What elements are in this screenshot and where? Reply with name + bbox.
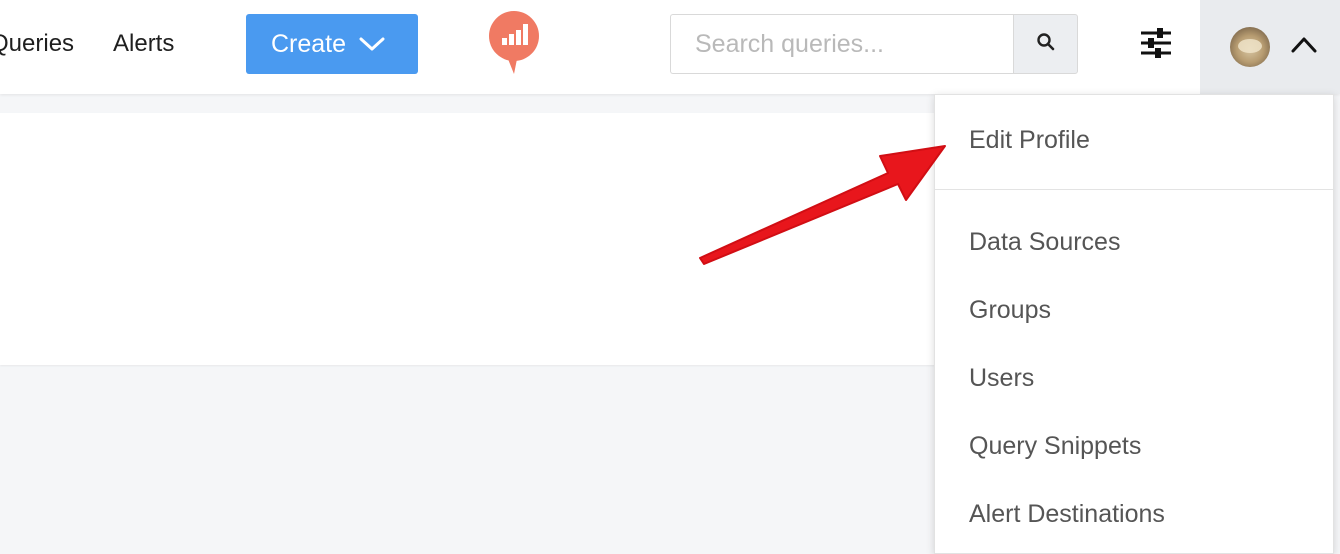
sliders-icon <box>1139 27 1173 63</box>
menu-item-query-snippets[interactable]: Query Snippets <box>969 432 1141 461</box>
chevron-up-icon <box>1290 34 1318 61</box>
nav-queries-link[interactable]: Queries <box>0 30 74 58</box>
menu-item-groups[interactable]: Groups <box>969 296 1051 325</box>
search-icon <box>1036 32 1056 57</box>
top-navbar: Queries Alerts Create <box>0 0 1340 94</box>
create-button-label: Create <box>271 29 347 58</box>
redash-logo-icon[interactable] <box>488 10 540 76</box>
menu-divider <box>935 189 1333 190</box>
search-input[interactable] <box>670 14 1014 74</box>
menu-item-users[interactable]: Users <box>969 364 1034 393</box>
user-dropdown-menu: Edit Profile Data Sources Groups Users Q… <box>934 94 1334 554</box>
content-card <box>0 113 960 365</box>
avatar[interactable] <box>1230 27 1270 67</box>
settings-button[interactable] <box>1136 27 1176 63</box>
menu-item-data-sources[interactable]: Data Sources <box>969 228 1120 257</box>
menu-item-edit-profile[interactable]: Edit Profile <box>969 126 1090 155</box>
nav-alerts-link[interactable]: Alerts <box>113 30 174 58</box>
create-button[interactable]: Create <box>246 14 418 74</box>
search-button[interactable] <box>1013 14 1078 74</box>
menu-item-alert-destinations[interactable]: Alert Destinations <box>969 500 1165 529</box>
chevron-down-icon <box>358 35 386 53</box>
user-menu-toggle[interactable] <box>1200 0 1340 94</box>
